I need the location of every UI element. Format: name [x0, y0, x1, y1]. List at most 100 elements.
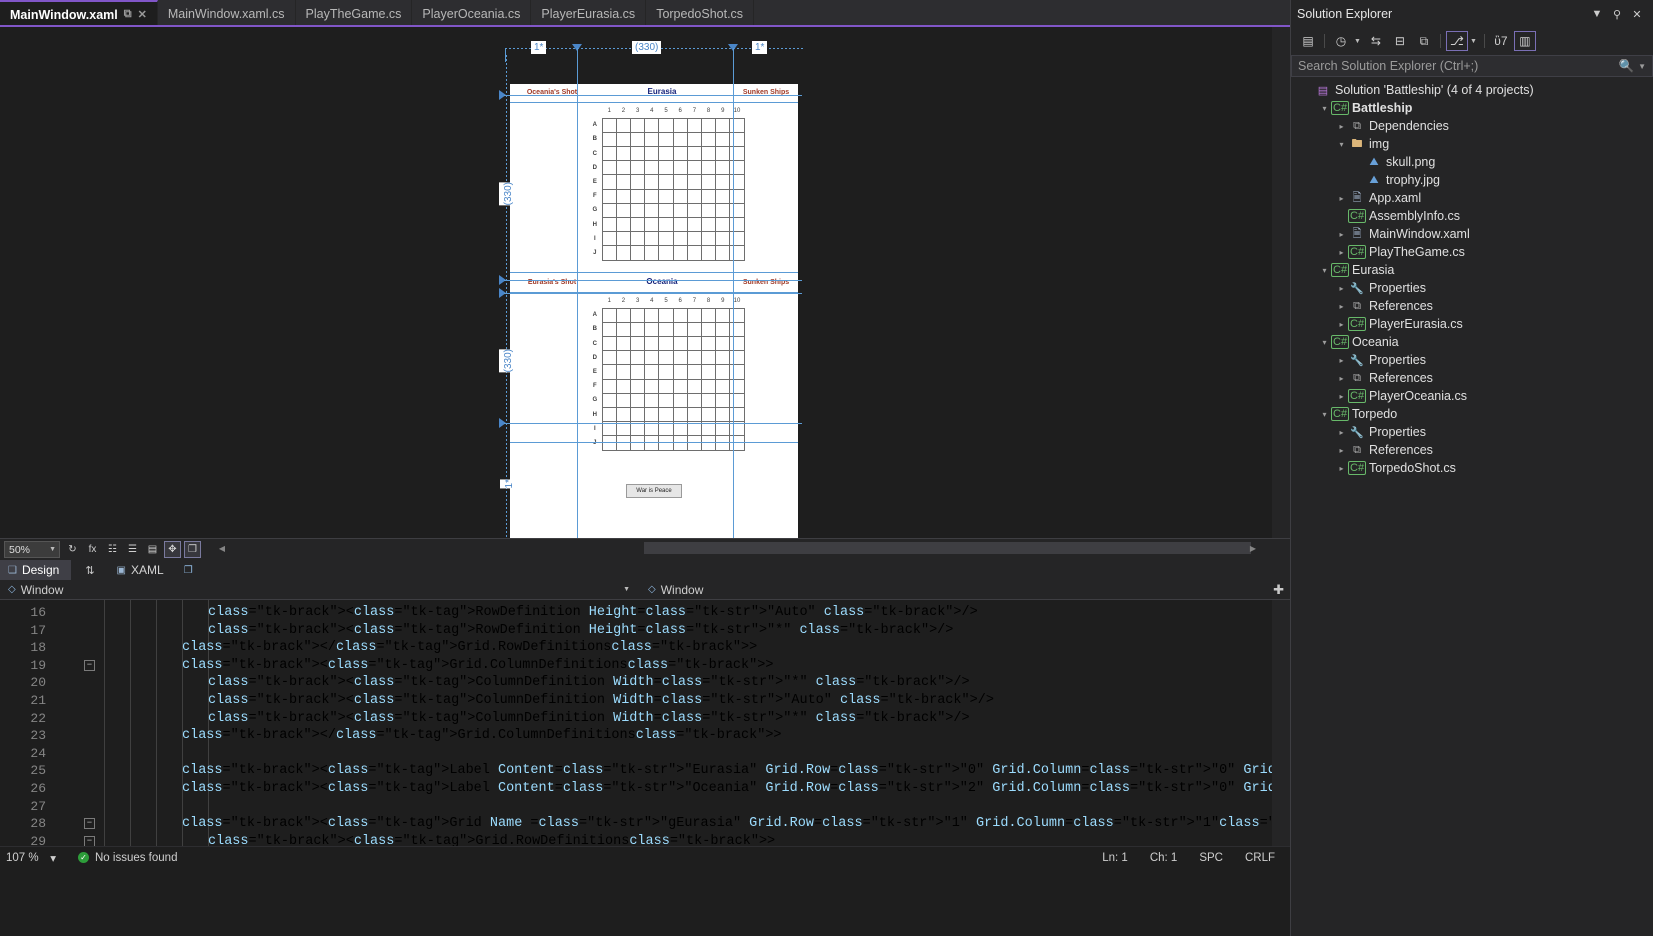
board-cell-G6[interactable] — [672, 202, 688, 219]
pin-icon[interactable]: ⚲ — [1607, 8, 1627, 21]
board-cell-A6[interactable] — [672, 117, 688, 133]
snap-grid-icon[interactable]: ☰ — [124, 541, 141, 558]
board-cell-J8[interactable] — [700, 245, 717, 261]
refresh-icon[interactable]: ↻ — [64, 541, 81, 558]
solution-explorer-search[interactable]: Search Solution Explorer (Ctrl+;) 🔍 ▼ — [1291, 55, 1653, 77]
board-cell-F9[interactable] — [715, 188, 731, 204]
board-cell-J10[interactable] — [729, 245, 745, 261]
expander-icon[interactable]: ▸ — [1335, 356, 1348, 365]
board-cell-E3[interactable] — [630, 174, 646, 190]
board-cell-J4[interactable] — [644, 245, 660, 261]
board-cell-C2[interactable] — [615, 146, 632, 162]
status-issues[interactable]: ✓ No issues found — [78, 852, 177, 864]
board-cell-E2[interactable] — [615, 364, 632, 380]
code-line-18[interactable]: 18 class="tk-brack"></class="tk-tag">Grid… — [0, 639, 1272, 657]
board-cell-F9[interactable] — [715, 378, 731, 394]
board-cell-D2[interactable] — [615, 160, 632, 176]
board-cell-J7[interactable] — [686, 245, 703, 261]
editor-tab-4[interactable]: PlayerEurasia.cs — [531, 0, 647, 27]
status-zoom-control[interactable]: 107 % ▾ — [0, 851, 62, 865]
board-1-grid[interactable]: 12345678910ABCDEFGHIJ — [588, 294, 745, 451]
board-cell-G1[interactable] — [601, 202, 617, 219]
board-cell-F8[interactable] — [700, 188, 717, 204]
board-cell-H9[interactable] — [715, 406, 731, 423]
board-cell-J5[interactable] — [658, 245, 674, 261]
board-cell-G3[interactable] — [630, 392, 646, 409]
board-cell-D8[interactable] — [700, 160, 717, 176]
board-cell-A9[interactable] — [715, 307, 731, 323]
board-cell-F7[interactable] — [686, 188, 703, 204]
board-cell-I3[interactable] — [630, 231, 646, 247]
board-cell-C3[interactable] — [630, 146, 646, 162]
board-cell-C6[interactable] — [672, 146, 688, 162]
board-cell-F4[interactable] — [644, 378, 660, 394]
editor-tab-2[interactable]: PlayTheGame.cs — [296, 0, 413, 27]
board-cell-D2[interactable] — [615, 350, 632, 366]
board-cell-H2[interactable] — [615, 406, 632, 423]
code-line-25[interactable]: 25 class="tk-brack"><class="tk-tag">Label… — [0, 762, 1272, 780]
board-cell-D4[interactable] — [644, 160, 660, 176]
board-cell-F10[interactable] — [729, 188, 745, 204]
board-cell-F10[interactable] — [729, 378, 745, 394]
tree-item-properties[interactable]: ▸ 🔧 Properties — [1291, 351, 1653, 369]
board-cell-B8[interactable] — [700, 321, 717, 338]
board-cell-G7[interactable] — [686, 392, 703, 409]
board-cell-G3[interactable] — [630, 202, 646, 219]
board-cell-E8[interactable] — [700, 364, 717, 380]
board-cell-B3[interactable] — [630, 131, 646, 148]
board-cell-G2[interactable] — [615, 202, 632, 219]
board-cell-F6[interactable] — [672, 188, 688, 204]
expander-icon[interactable]: ▾ — [1318, 266, 1331, 275]
board-cell-A1[interactable] — [601, 307, 617, 323]
hscroll-right-arrow[interactable]: ▶ — [1246, 542, 1260, 554]
artboard-icon[interactable]: ✥ — [164, 541, 181, 558]
board-cell-H6[interactable] — [672, 406, 688, 423]
preview-selected-items-icon[interactable]: ▥ — [1513, 31, 1536, 51]
board-cell-G5[interactable] — [658, 392, 674, 409]
board-cell-E2[interactable] — [615, 174, 632, 190]
board-cell-H2[interactable] — [615, 216, 632, 233]
expander-icon[interactable]: ▸ — [1335, 284, 1348, 293]
editor-tab-0[interactable]: MainWindow.xaml ⧉ ✕ — [0, 0, 158, 27]
board-cell-D3[interactable] — [630, 160, 646, 176]
zoom-fit-icon[interactable]: ❐ — [184, 541, 201, 558]
board-cell-D1[interactable] — [601, 160, 617, 176]
snap-lines-icon[interactable]: ▤ — [144, 541, 161, 558]
board-cell-G8[interactable] — [700, 202, 717, 219]
board-cell-D9[interactable] — [715, 160, 731, 176]
board-cell-B10[interactable] — [729, 131, 745, 148]
board-cell-I1[interactable] — [601, 231, 617, 247]
show-all-files-icon[interactable]: ⧉ — [1413, 31, 1435, 51]
board-cell-E10[interactable] — [729, 174, 745, 190]
tree-item-app-xaml[interactable]: ▸ 🗎 App.xaml — [1291, 189, 1653, 207]
board-cell-D1[interactable] — [601, 350, 617, 366]
board-0-grid[interactable]: 1 2 3 4 5 6 7 8 9 10 A B C D E F G H I J — [588, 104, 745, 261]
board-cell-D7[interactable] — [686, 160, 703, 176]
designer-horizontal-scrollbar[interactable]: ◀ ▶ — [215, 538, 1272, 560]
board-cell-F7[interactable] — [686, 378, 703, 394]
board-cell-H3[interactable] — [630, 406, 646, 423]
board-cell-A5[interactable] — [658, 307, 674, 323]
close-icon[interactable]: ✕ — [1627, 8, 1647, 21]
board-cell-B4[interactable] — [644, 131, 660, 148]
board-cell-E4[interactable] — [644, 174, 660, 190]
board-cell-H9[interactable] — [715, 216, 731, 233]
board-cell-C10[interactable] — [729, 146, 745, 162]
board-cell-A7[interactable] — [686, 307, 703, 323]
fold-toggle[interactable]: − — [84, 835, 95, 846]
board-cell-F2[interactable] — [615, 378, 632, 394]
board-cell-F6[interactable] — [672, 378, 688, 394]
board-cell-J2[interactable] — [615, 245, 632, 261]
board-cell-F8[interactable] — [700, 378, 717, 394]
board-cell-E1[interactable] — [601, 174, 617, 190]
tree-item-playthegame-cs[interactable]: ▸ C# PlayTheGame.cs — [1291, 243, 1653, 261]
board-cell-D10[interactable] — [729, 350, 745, 366]
tree-item-properties[interactable]: ▸ 🔧 Properties — [1291, 423, 1653, 441]
board-cell-I5[interactable] — [658, 231, 674, 247]
tree-item-dependencies[interactable]: ▸ ⧉ Dependencies — [1291, 117, 1653, 135]
board-cell-A4[interactable] — [644, 117, 660, 133]
expander-icon[interactable]: ▸ — [1335, 230, 1348, 239]
board-cell-C2[interactable] — [615, 336, 632, 352]
tree-item-oceania[interactable]: ▾ C# Oceania — [1291, 333, 1653, 351]
size-tag-col-center[interactable]: (330) — [632, 41, 662, 54]
